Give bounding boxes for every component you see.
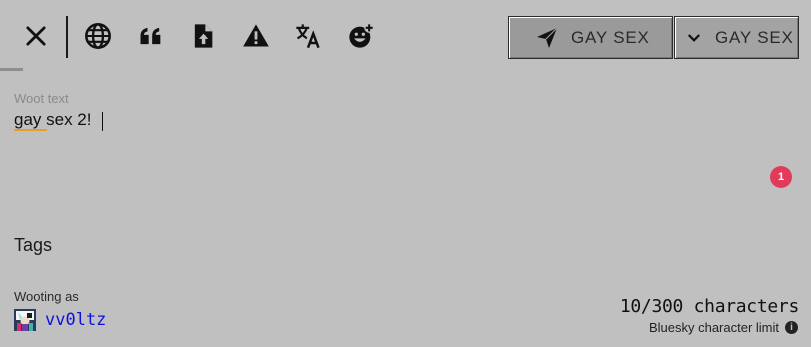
character-limit-note: Bluesky character limit i bbox=[649, 320, 798, 335]
toolbar-divider bbox=[66, 16, 68, 58]
character-limit-label: Bluesky character limit bbox=[648, 320, 779, 335]
quote-icon[interactable] bbox=[135, 20, 167, 52]
woot-text-input[interactable]: gay sex 2! bbox=[14, 110, 92, 130]
grammar-badge[interactable]: 1 bbox=[770, 166, 792, 188]
spellcheck-underline bbox=[14, 129, 47, 131]
translate-icon[interactable] bbox=[292, 20, 324, 52]
file-upload-icon[interactable] bbox=[187, 20, 219, 52]
text-caret bbox=[102, 112, 103, 131]
wooting-as-label: Wooting as bbox=[14, 289, 79, 304]
globe-icon[interactable] bbox=[82, 20, 114, 52]
active-tab-indicator bbox=[0, 68, 23, 71]
close-icon[interactable] bbox=[20, 20, 52, 52]
paper-plane-icon bbox=[537, 27, 558, 48]
composer-toolbar: GAY SEX GAY SEX bbox=[0, 0, 811, 72]
account-switcher[interactable]: vv0ltz bbox=[14, 309, 106, 331]
send-button-label: GAY SEX bbox=[571, 27, 650, 47]
tags-heading: Tags bbox=[14, 235, 53, 255]
warning-icon[interactable] bbox=[240, 20, 272, 52]
send-button[interactable]: GAY SEX bbox=[508, 16, 673, 59]
avatar bbox=[14, 309, 36, 331]
add-emoji-icon[interactable] bbox=[345, 20, 377, 52]
info-icon[interactable]: i bbox=[785, 321, 798, 334]
send-options-button[interactable]: GAY SEX bbox=[674, 16, 799, 59]
send-options-label: GAY SEX bbox=[715, 27, 794, 47]
chevron-down-icon bbox=[687, 33, 701, 42]
character-count: 10/300 characters bbox=[619, 296, 799, 317]
woot-text-label: Woot text bbox=[14, 91, 69, 106]
username-link[interactable]: vv0ltz bbox=[45, 310, 106, 330]
